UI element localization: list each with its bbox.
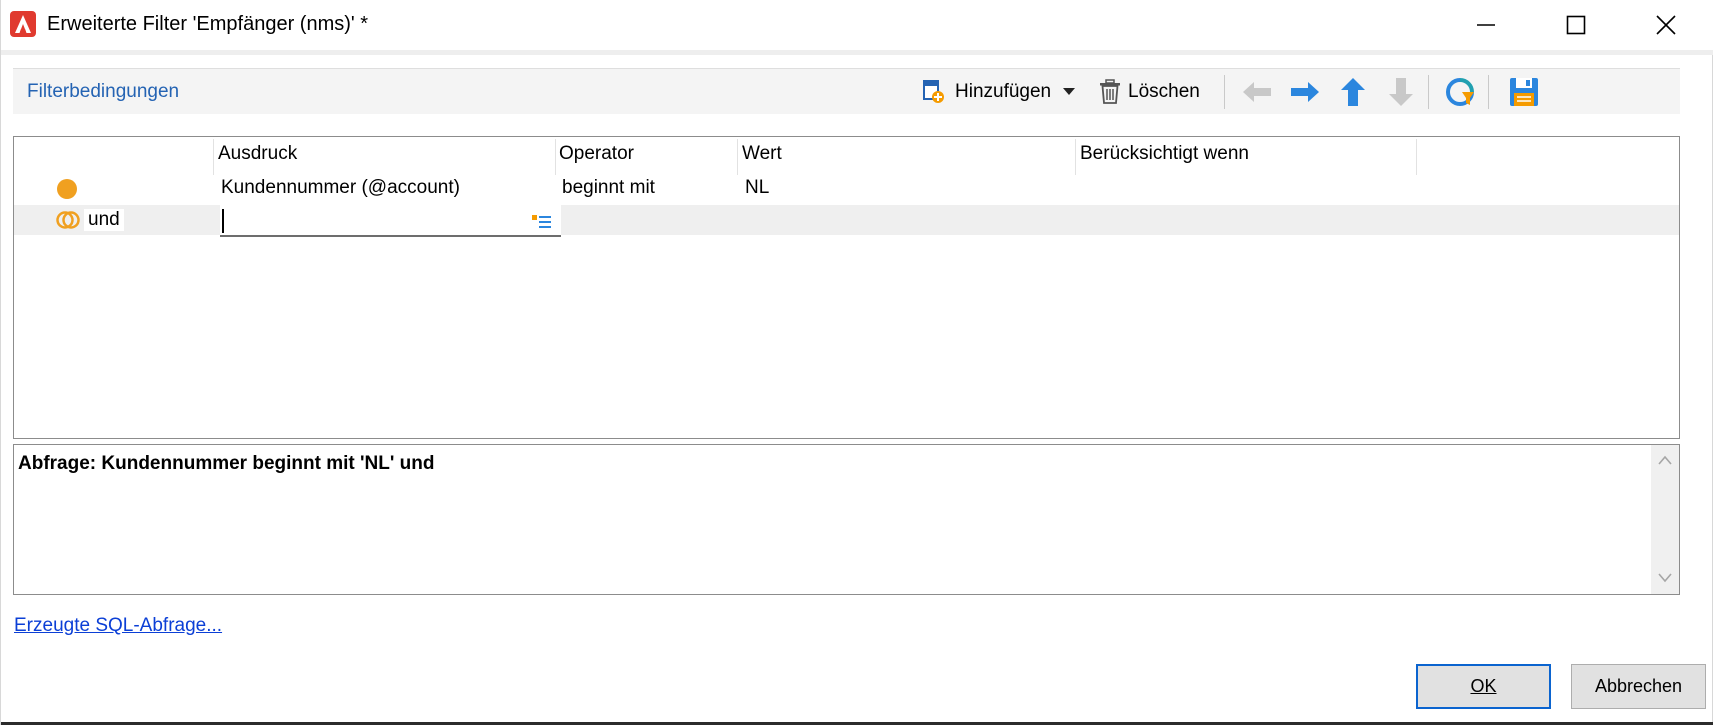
move-down-button[interactable] (1387, 76, 1415, 108)
filter-conditions-toolbar: Filterbedingungen Hinzufügen Löschen (13, 68, 1680, 114)
arrow-left-icon (1243, 82, 1271, 102)
text-caret (222, 209, 224, 233)
save-button[interactable] (1509, 76, 1539, 108)
save-icon (1510, 78, 1538, 106)
query-preview: Abfrage: Kundennummer beginnt mit 'NL' u… (13, 444, 1680, 595)
arrow-up-icon (1341, 78, 1365, 106)
cancel-button[interactable]: Abbrechen (1571, 664, 1706, 709)
move-left-button[interactable] (1241, 76, 1273, 108)
minimize-icon (1477, 24, 1495, 26)
delete-button[interactable]: Löschen (1099, 76, 1200, 108)
cancel-button-label: Abbrechen (1594, 676, 1683, 696)
arrow-down-icon (1389, 78, 1413, 106)
expression-picker-icon[interactable] (532, 213, 552, 231)
expression-input[interactable] (220, 205, 561, 237)
row-connector[interactable]: und (84, 209, 124, 231)
add-button[interactable]: Hinzufügen (921, 76, 1076, 108)
column-divider (1416, 139, 1417, 175)
column-header-considered-when[interactable]: Berücksichtigt wenn (1080, 143, 1249, 165)
ok-button[interactable]: OK (1416, 664, 1551, 709)
column-header-operator[interactable]: Operator (559, 143, 634, 165)
column-header-expression[interactable]: Ausdruck (218, 143, 297, 165)
dropdown-arrow-icon[interactable] (1063, 88, 1076, 96)
conditions-grid: Ausdruck Operator Wert Berücksichtigt we… (13, 136, 1680, 439)
toolbar-separator (1224, 75, 1225, 109)
column-divider (213, 139, 214, 175)
trash-icon (1100, 79, 1120, 104)
row-operator[interactable]: beginnt mit (562, 177, 655, 199)
query-text: Abfrage: Kundennummer beginnt mit 'NL' u… (18, 453, 435, 474)
close-icon (1656, 15, 1676, 35)
column-divider (555, 139, 556, 175)
app-logo-icon (10, 11, 36, 37)
advanced-filter-dialog: Erweiterte Filter 'Empfänger (nms)' * Fi… (0, 0, 1713, 725)
and-connector-icon (56, 211, 80, 229)
query-scrollbar[interactable] (1651, 445, 1679, 594)
window-title: Erweiterte Filter 'Empfänger (nms)' * (47, 13, 369, 35)
section-title: Filterbedingungen (27, 81, 180, 102)
add-condition-icon (923, 80, 944, 103)
ok-button-label: OK (1470, 676, 1497, 696)
column-divider (737, 139, 738, 175)
delete-button-label: Löschen (1128, 81, 1200, 102)
add-button-label: Hinzufügen (955, 81, 1052, 102)
column-divider (1075, 139, 1076, 175)
condition-bullet-icon (57, 179, 77, 199)
toolbar-separator (1428, 75, 1429, 109)
title-bar: Erweiterte Filter 'Empfänger (nms)' * (1, 0, 1713, 50)
minimize-button[interactable] (1451, 0, 1521, 50)
row-value[interactable]: NL (745, 177, 769, 199)
toolbar-separator (1488, 75, 1489, 109)
filter-refresh-icon (1446, 78, 1474, 106)
close-button[interactable] (1631, 0, 1701, 50)
arrow-right-icon (1291, 82, 1319, 102)
column-header-value[interactable]: Wert (742, 143, 782, 165)
move-right-button[interactable] (1289, 76, 1321, 108)
move-up-button[interactable] (1339, 76, 1367, 108)
row-expression[interactable]: Kundennummer (@account) (221, 177, 460, 199)
generated-sql-link[interactable]: Erzeugte SQL-Abfrage... (14, 615, 222, 637)
scroll-down-icon[interactable] (1658, 573, 1672, 583)
title-separator (1, 50, 1713, 55)
scroll-up-icon[interactable] (1658, 455, 1672, 465)
maximize-button[interactable] (1541, 0, 1611, 50)
refresh-filter-button[interactable] (1445, 76, 1475, 108)
maximize-icon (1566, 15, 1586, 35)
